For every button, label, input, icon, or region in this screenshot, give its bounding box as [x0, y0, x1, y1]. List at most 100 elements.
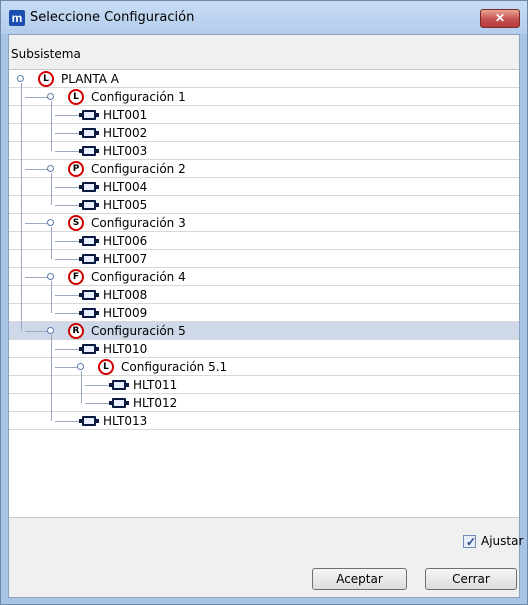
mode-badge-icon: F: [68, 269, 84, 285]
tree-device-row[interactable]: HLT008: [9, 286, 519, 304]
tree-connector-line: [55, 421, 79, 422]
tree-node-label: HLT012: [133, 396, 178, 410]
tree-device-row[interactable]: HLT006: [9, 232, 519, 250]
tree-node-label: HLT002: [103, 126, 148, 140]
tree-config-row[interactable]: F Configuración 4: [9, 268, 519, 286]
tree-config-row[interactable]: L Configuración 5.1: [9, 358, 519, 376]
device-plug-right: [96, 419, 99, 423]
device-body: [82, 182, 96, 192]
device-plug-right: [96, 347, 99, 351]
device-icon: [109, 380, 129, 390]
device-icon: [79, 146, 99, 156]
tree-connector-line: [55, 295, 79, 296]
aceptar-button[interactable]: Aceptar: [312, 568, 407, 590]
tree-node-label: HLT013: [103, 414, 148, 428]
tree-guide-line: [51, 281, 52, 313]
device-plug-right: [96, 185, 99, 189]
tree-node-label: HLT007: [103, 252, 148, 266]
tree-guide-line: [51, 173, 52, 205]
tree-node-label: Configuración 5.1: [121, 360, 228, 374]
device-plug-right: [96, 203, 99, 207]
tree-device-row[interactable]: HLT012: [9, 394, 519, 412]
tree-connector-line: [55, 367, 79, 368]
tree-connector-line: [55, 349, 79, 350]
tree-connector-line: [85, 403, 109, 404]
tree-device-row[interactable]: HLT005: [9, 196, 519, 214]
expand-toggle-icon[interactable]: [47, 327, 54, 334]
device-icon: [79, 290, 99, 300]
tree-device-row[interactable]: HLT007: [9, 250, 519, 268]
tree-node-label: HLT001: [103, 108, 148, 122]
tree-node-label: HLT009: [103, 306, 148, 320]
tree-guide-line: [51, 227, 52, 259]
device-icon: [79, 182, 99, 192]
expand-toggle-icon[interactable]: [47, 219, 54, 226]
close-window-button[interactable]: ✕: [480, 9, 520, 28]
tree-connector-line: [25, 277, 49, 278]
cerrar-button[interactable]: Cerrar: [425, 568, 517, 590]
tree-guide-line: [81, 371, 82, 403]
tree-device-row[interactable]: HLT002: [9, 124, 519, 142]
tree-config-row[interactable]: P Configuración 2: [9, 160, 519, 178]
ajustar-label: Ajustar: [481, 534, 524, 548]
tree-device-row[interactable]: HLT004: [9, 178, 519, 196]
expand-toggle-icon[interactable]: [47, 273, 54, 280]
tree-connector-line: [55, 205, 79, 206]
tree-device-row[interactable]: HLT003: [9, 142, 519, 160]
mode-badge-icon: L: [68, 89, 84, 105]
tree-connector-line: [55, 259, 79, 260]
tree-node-label: HLT011: [133, 378, 178, 392]
device-body: [82, 236, 96, 246]
device-body: [82, 146, 96, 156]
device-icon: [79, 110, 99, 120]
dialog-client-area: Subsistema L PLANTA A L Configuración 1 HLT0…: [8, 34, 524, 598]
mode-badge-icon: L: [38, 71, 54, 87]
device-icon: [79, 416, 99, 426]
expand-toggle-icon[interactable]: [47, 93, 54, 100]
device-body: [112, 380, 126, 390]
tree-device-row[interactable]: HLT010: [9, 340, 519, 358]
title-bar[interactable]: m Seleccione Configuración ✕: [1, 1, 527, 34]
device-icon: [79, 128, 99, 138]
device-icon: [79, 308, 99, 318]
expand-toggle-icon[interactable]: [17, 75, 24, 82]
tree-node-label: Configuración 3: [91, 216, 186, 230]
tree-device-row[interactable]: HLT013: [9, 412, 519, 430]
tree-connector-line: [55, 241, 79, 242]
tree-node-label: Configuración 2: [91, 162, 186, 176]
device-plug-right: [96, 293, 99, 297]
tree-connector-line: [85, 385, 109, 386]
tree-config-row[interactable]: L PLANTA A: [9, 70, 519, 88]
device-body: [112, 398, 126, 408]
device-icon: [79, 236, 99, 246]
subsystem-tree[interactable]: L PLANTA A L Configuración 1 HLT001 HLT002 HLT…: [9, 70, 519, 518]
device-icon: [79, 200, 99, 210]
device-plug-right: [96, 113, 99, 117]
mode-badge-icon: P: [68, 161, 84, 177]
device-body: [82, 110, 96, 120]
tree-node-label: HLT003: [103, 144, 148, 158]
device-icon: [109, 398, 129, 408]
check-mark-icon: ✓: [466, 535, 477, 549]
expand-toggle-icon[interactable]: [77, 363, 84, 370]
expand-toggle-icon[interactable]: [47, 165, 54, 172]
device-body: [82, 200, 96, 210]
tree-connector-line: [25, 97, 49, 98]
ajustar-checkbox[interactable]: ✓: [463, 535, 477, 549]
tree-node-label: HLT010: [103, 342, 148, 356]
device-body: [82, 128, 96, 138]
tree-node-label: HLT006: [103, 234, 148, 248]
tree-config-row[interactable]: S Configuración 3: [9, 214, 519, 232]
device-plug-right: [126, 401, 129, 405]
tree-device-row[interactable]: HLT011: [9, 376, 519, 394]
tree-connector-line: [55, 187, 79, 188]
tree-config-row[interactable]: L Configuración 1: [9, 88, 519, 106]
tree-config-row[interactable]: R Configuración 5: [9, 322, 519, 340]
tree-connector-line: [55, 151, 79, 152]
tree-device-row[interactable]: HLT009: [9, 304, 519, 322]
mode-badge-icon: S: [68, 215, 84, 231]
tree-connector-line: [25, 223, 49, 224]
tree-connector-line: [25, 331, 49, 332]
device-body: [82, 308, 96, 318]
tree-device-row[interactable]: HLT001: [9, 106, 519, 124]
